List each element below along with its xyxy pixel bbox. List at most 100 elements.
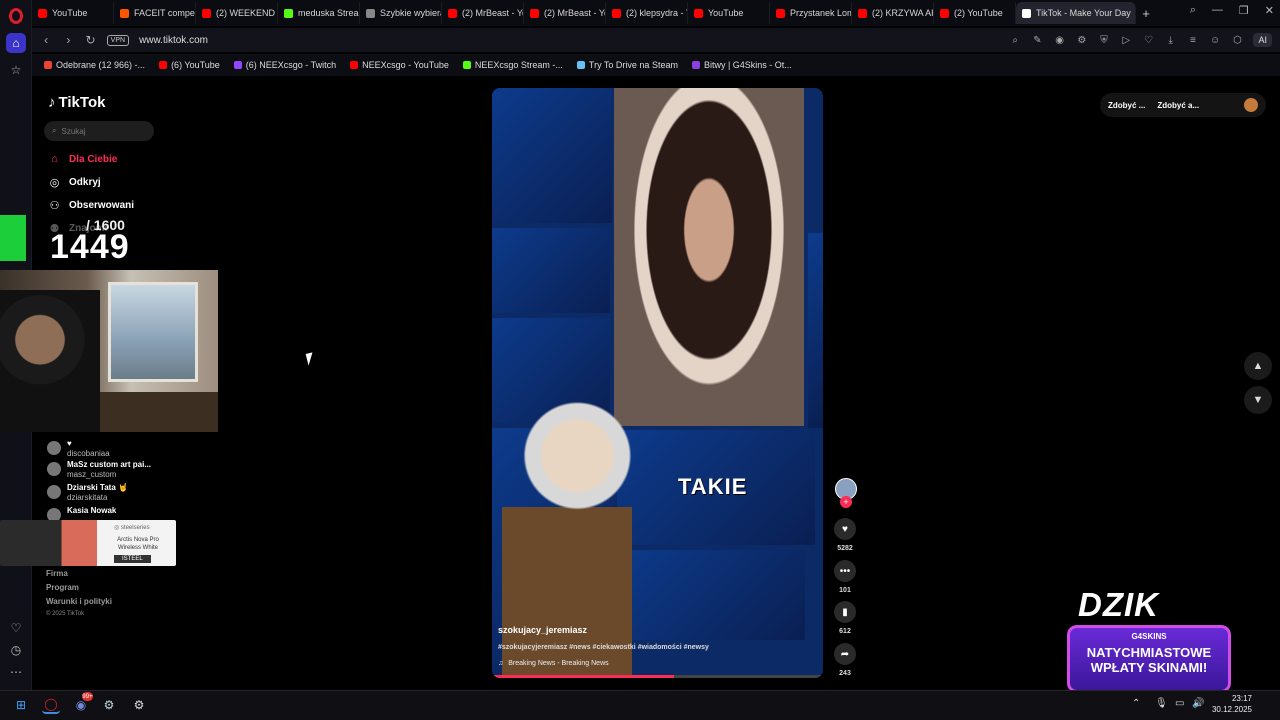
webcam-window [108,282,198,382]
nav-item-2[interactable]: ⚇ Obserwowani [48,199,134,212]
tab-5[interactable]: (2) MrBeast - You [442,2,524,24]
menu-icon[interactable]: ≡ [1187,35,1199,46]
tab-8[interactable]: YouTube [688,2,770,24]
tab-7[interactable]: (2) klepsydra - Yo [606,2,688,24]
dzik-brand: DZIK [1078,586,1159,623]
video-music[interactable]: ♫ Breaking News - Breaking News [498,660,609,667]
save-action[interactable]: ▮ 612 [834,601,856,635]
new-tab-button[interactable]: + [1136,6,1156,21]
tab-10[interactable]: (2) KRZYWA AKCJ [852,2,934,24]
camera-icon[interactable]: ◉ [1054,35,1066,46]
opera-logo-icon[interactable] [9,8,23,24]
chevron-up-tray-icon[interactable]: ⌃ [1132,698,1140,709]
bookmark-icon[interactable]: ▮ [834,601,856,623]
video-progress[interactable] [492,675,823,678]
nav-item-1[interactable]: ◎ Odkryj [48,176,101,189]
video-author[interactable]: szokujacy_jeremiasz [498,625,587,635]
tab-12[interactable]: TikTok - Make Your Day [1016,2,1136,24]
ad-code: ISTEEL [114,555,151,563]
play-icon[interactable]: ▷ [1120,35,1132,46]
heart-icon[interactable]: ♥ [834,518,856,540]
tab-9[interactable]: Przystanek Lomb [770,2,852,24]
taskbar-clock[interactable]: 23:17 30.12.2025 [1208,693,1252,715]
bookmark-favicon-icon [691,61,700,69]
discord-badge: 99+ [82,692,93,701]
settings-icon[interactable]: ⚙ [1076,35,1088,46]
clock-date: 30.12.2025 [1211,705,1252,714]
search-input[interactable]: ⌕ Szukaj [44,121,154,141]
tiktok-logo[interactable]: ♪ TikTok [48,94,105,111]
bookmark-item[interactable]: NEEXcsgo Stream -... [462,60,563,70]
bookmark-item[interactable]: (6) NEEXcsgo - Twitch [233,60,336,70]
tab-1[interactable]: FACEIT competiti [114,2,196,24]
reload-icon[interactable]: ↻ [84,33,96,47]
following-account[interactable]: Dziarski Tata 🤘 dziarskitata [47,483,128,503]
tab-0[interactable]: YouTube [32,2,114,24]
search-icon: ⌕ [52,126,57,135]
get-app-button[interactable]: Zdobyć a... [1157,101,1199,110]
share-icon[interactable]: ➦ [834,643,856,665]
video-bg-tile [808,233,823,428]
heart-icon[interactable]: ♡ [6,618,26,638]
like-action[interactable]: ♥ 5282 [834,518,856,552]
network-icon[interactable]: ▭ [1175,698,1184,709]
comment-icon[interactable]: ••• [834,560,856,582]
follow-plus-icon[interactable]: + [840,496,852,508]
bookmark-item[interactable]: (6) YouTube [159,60,220,70]
nav-item-0[interactable]: ⌂ Dla Ciebie [48,153,117,165]
search-tabs-icon[interactable]: ⌕ [1190,4,1196,17]
tab-2[interactable]: (2) WEEKEND - H [196,2,278,24]
account-text: Kasia Nowak [67,506,116,516]
footer-link-terms[interactable]: Warunki i polityki [46,597,112,606]
tab-6[interactable]: (2) MrBeast - You [524,2,606,24]
history-icon[interactable]: ◷ [6,640,26,660]
bookmark-item[interactable]: NEEXcsgo - YouTube [350,60,449,70]
home-icon[interactable]: ⌂ [6,33,26,53]
bookmark-item[interactable]: Bitwy | G4Skins - Ot... [691,60,792,70]
more-icon[interactable]: ⋯ [6,662,26,682]
url-field[interactable]: www.tiktok.com [139,35,999,46]
steam-icon[interactable]: ⚙ [100,696,118,714]
search-icon[interactable]: ⌕ [1009,35,1021,46]
tab-11[interactable]: (2) YouTube [934,2,1016,24]
following-account[interactable]: ♥ discobaniaa [47,439,110,459]
profile-icon[interactable]: ☺ [1209,35,1221,46]
opera-taskbar-icon[interactable]: ◯ [42,696,60,714]
nav-label: Obserwowani [69,200,135,211]
edit-icon[interactable]: ✎ [1031,35,1043,46]
tab-3[interactable]: meduska Stream [278,2,360,24]
video-hashtags[interactable]: #szokujacyjeremiasz #news #ciekawostki #… [498,644,709,651]
save-count: 612 [839,628,851,635]
maximize-icon[interactable]: ❐ [1239,4,1249,17]
forward-icon[interactable]: › [62,33,74,47]
footer-link-program[interactable]: Program [46,583,79,592]
ai-button[interactable]: AI [1253,33,1272,47]
comment-action[interactable]: ••• 101 [834,560,856,594]
back-icon[interactable]: ‹ [40,33,52,47]
video-player[interactable]: TAKIE szokujacy_jeremiasz #szokujacyjere… [492,88,823,678]
download-icon[interactable]: ⤓ [1165,35,1177,46]
windows-start-icon[interactable]: ⊞ [12,696,30,714]
tab-favicon-icon [284,8,293,18]
heart-icon[interactable]: ♡ [1142,35,1154,46]
following-account[interactable]: MaSz custom art pai... masz_custom [47,460,151,480]
footer-link-company[interactable]: Firma [46,569,68,578]
shield-icon[interactable]: ⛨ [1098,35,1110,46]
star-icon[interactable]: ☆ [6,60,26,80]
chevron-up-icon[interactable]: ▲ [1244,352,1272,380]
app-icon[interactable]: ⚙ [130,696,148,714]
tab-4[interactable]: Szybkie wybieran [360,2,442,24]
microphone-icon[interactable]: 🎙 [1155,698,1168,709]
chevron-down-icon[interactable]: ▼ [1244,386,1272,414]
bookmark-item[interactable]: Try To Drive na Steam [576,60,678,70]
profile-avatar[interactable] [1244,98,1258,112]
avatar [47,441,61,455]
close-icon[interactable]: ✕ [1265,4,1274,17]
bookmark-item[interactable]: Odebrane (12 966) -... [44,60,145,70]
share-action[interactable]: ➦ 243 [834,643,856,677]
volume-icon[interactable]: 🔊 [1192,698,1204,709]
get-coins-button[interactable]: Zdobyć ... [1108,101,1145,110]
minimize-icon[interactable]: — [1212,4,1223,17]
cube-icon[interactable]: ⬡ [1231,35,1243,46]
vpn-badge[interactable]: VPN [106,34,130,46]
